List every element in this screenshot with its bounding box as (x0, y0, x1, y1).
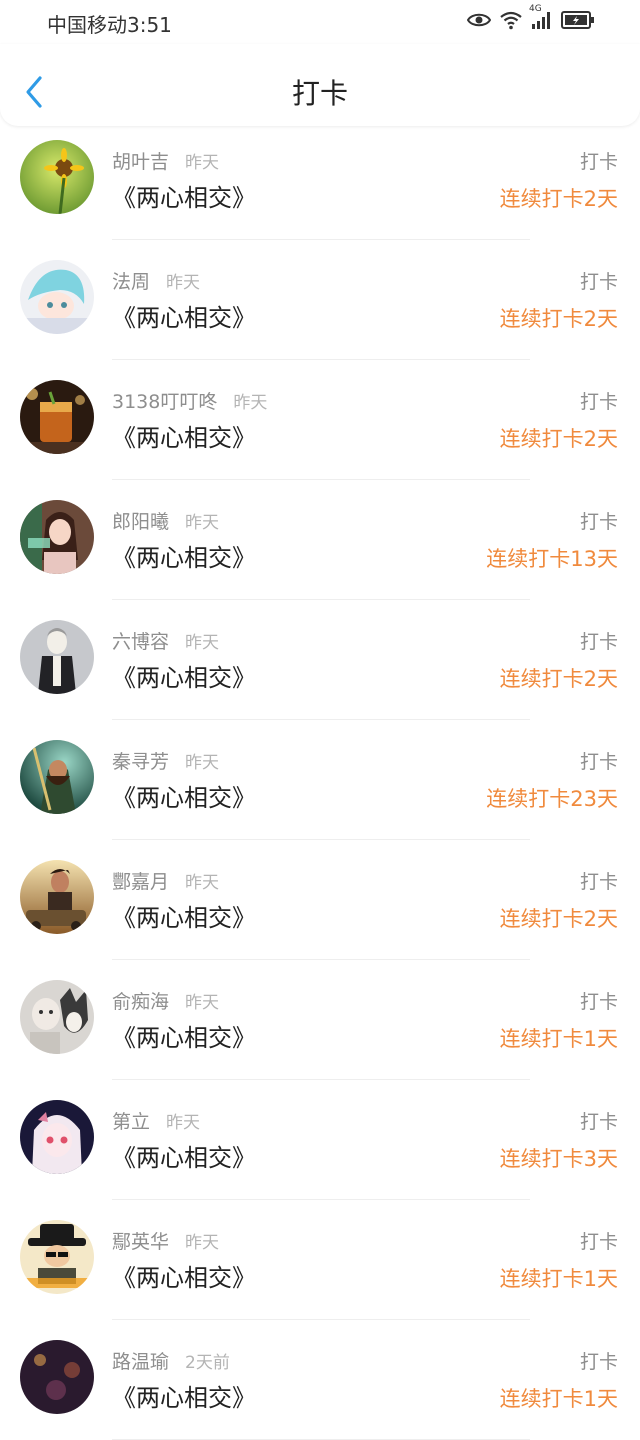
avatar[interactable] (20, 380, 94, 454)
user-name: 秦寻芳 (112, 751, 170, 773)
streak-label: 连续打卡2天 (499, 667, 618, 691)
avatar[interactable] (20, 740, 94, 814)
signal-icon: 4G (529, 4, 553, 34)
action-label: 打卡 (579, 631, 618, 653)
post-time: 昨天 (185, 513, 220, 533)
user-name: 郎阳曦 (112, 511, 170, 533)
action-label: 打卡 (579, 751, 618, 773)
list-item[interactable]: 路温瑜 2天前 《两心相交》 打卡 连续打卡1天 (0, 1320, 640, 1440)
book-title: 《两心相交》 (112, 664, 256, 692)
user-name: 酆嘉月 (112, 871, 170, 893)
streak-label: 连续打卡23天 (486, 787, 618, 811)
streak-label: 连续打卡1天 (499, 1267, 618, 1291)
avatar[interactable] (20, 860, 94, 934)
avatar[interactable] (20, 500, 94, 574)
checkin-list: 胡叶吉 昨天 《两心相交》 打卡 连续打卡2天 法周 昨天 《两心相交》 打卡 连续… (0, 120, 640, 1440)
user-name: 第立 (112, 1111, 151, 1133)
streak-label: 连续打卡13天 (486, 547, 618, 571)
book-title: 《两心相交》 (112, 1144, 256, 1172)
post-time: 昨天 (185, 873, 220, 893)
post-time: 昨天 (185, 153, 220, 173)
eye-icon (466, 11, 492, 33)
network-type-label: 4G (529, 4, 542, 14)
post-time: 昨天 (166, 1113, 201, 1133)
carrier-time: 中国移动3:51 (47, 13, 172, 37)
user-name: 鄢英华 (112, 1231, 170, 1253)
avatar[interactable] (20, 980, 94, 1054)
post-time: 昨天 (185, 753, 220, 773)
user-name: 3138叮叮咚 (112, 391, 218, 413)
book-title: 《两心相交》 (112, 184, 256, 212)
status-icons: 4G (466, 4, 595, 34)
avatar[interactable] (20, 1220, 94, 1294)
list-item[interactable]: 酆嘉月 昨天 《两心相交》 打卡 连续打卡2天 (0, 840, 640, 960)
action-label: 打卡 (579, 871, 618, 893)
post-time: 2天前 (185, 1353, 230, 1373)
post-time: 昨天 (185, 633, 220, 653)
action-label: 打卡 (579, 511, 618, 533)
post-time: 昨天 (185, 993, 220, 1013)
page-title: 打卡 (291, 77, 348, 110)
list-item[interactable]: 六博容 昨天 《两心相交》 打卡 连续打卡2天 (0, 600, 640, 720)
avatar[interactable] (20, 260, 94, 334)
book-title: 《两心相交》 (112, 904, 256, 932)
action-label: 打卡 (579, 151, 618, 173)
post-time: 昨天 (185, 1233, 220, 1253)
list-item[interactable]: 郎阳曦 昨天 《两心相交》 打卡 连续打卡13天 (0, 480, 640, 600)
avatar[interactable] (20, 620, 94, 694)
action-label: 打卡 (579, 991, 618, 1013)
book-title: 《两心相交》 (112, 424, 256, 452)
list-item[interactable]: 秦寻芳 昨天 《两心相交》 打卡 连续打卡23天 (0, 720, 640, 840)
battery-icon (561, 11, 595, 33)
streak-label: 连续打卡3天 (499, 1147, 618, 1171)
book-title: 《两心相交》 (112, 1384, 256, 1412)
list-item[interactable]: 鄢英华 昨天 《两心相交》 打卡 连续打卡1天 (0, 1200, 640, 1320)
book-title: 《两心相交》 (112, 544, 256, 572)
book-title: 《两心相交》 (112, 1264, 256, 1292)
list-item[interactable]: 胡叶吉 昨天 《两心相交》 打卡 连续打卡2天 (0, 120, 640, 240)
nav-bar: 打卡 (0, 44, 640, 126)
user-name: 法周 (112, 271, 151, 293)
list-item[interactable]: 法周 昨天 《两心相交》 打卡 连续打卡2天 (0, 240, 640, 360)
user-name: 路温瑜 (112, 1351, 170, 1373)
streak-label: 连续打卡2天 (499, 427, 618, 451)
action-label: 打卡 (579, 391, 618, 413)
avatar[interactable] (20, 140, 94, 214)
action-label: 打卡 (579, 271, 618, 293)
streak-label: 连续打卡2天 (499, 907, 618, 931)
avatar[interactable] (20, 1340, 94, 1414)
action-label: 打卡 (579, 1111, 618, 1133)
user-name: 六博容 (112, 631, 170, 653)
action-label: 打卡 (579, 1231, 618, 1253)
post-time: 昨天 (166, 273, 201, 293)
user-name: 俞痴海 (112, 991, 170, 1013)
book-title: 《两心相交》 (112, 304, 256, 332)
wifi-icon (499, 10, 523, 34)
avatar[interactable] (20, 1100, 94, 1174)
action-label: 打卡 (579, 1351, 618, 1373)
streak-label: 连续打卡2天 (499, 307, 618, 331)
book-title: 《两心相交》 (112, 1024, 256, 1052)
post-time: 昨天 (233, 393, 268, 413)
streak-label: 连续打卡1天 (499, 1027, 618, 1051)
list-item[interactable]: 第立 昨天 《两心相交》 打卡 连续打卡3天 (0, 1080, 640, 1200)
streak-label: 连续打卡2天 (499, 187, 618, 211)
list-item[interactable]: 3138叮叮咚 昨天 《两心相交》 打卡 连续打卡2天 (0, 360, 640, 480)
book-title: 《两心相交》 (112, 784, 256, 812)
status-bar: 中国移动3:51 4G (0, 0, 640, 44)
list-item[interactable]: 俞痴海 昨天 《两心相交》 打卡 连续打卡1天 (0, 960, 640, 1080)
user-name: 胡叶吉 (112, 151, 170, 173)
streak-label: 连续打卡1天 (499, 1387, 618, 1411)
